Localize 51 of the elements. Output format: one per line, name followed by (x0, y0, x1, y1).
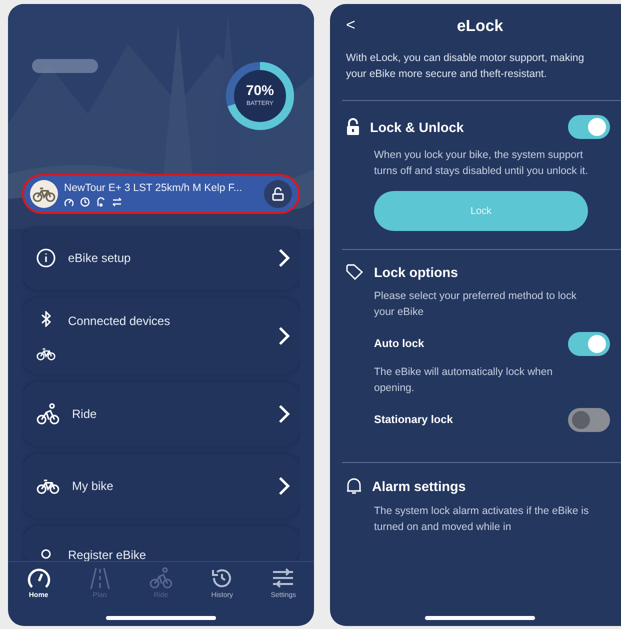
menu-card[interactable]: Ride (22, 382, 300, 446)
tag-icon (346, 264, 364, 280)
section-title: Lock & Unlock (370, 120, 465, 134)
speedometer-icon (64, 196, 74, 206)
menu-card[interactable]: Connected devices (22, 298, 300, 374)
menu-label: Connected devices (68, 314, 172, 328)
menu-label: My bike (72, 479, 114, 493)
section-description: When you lock your bike, the system support turns off and stays disabled until you unlock it. (374, 148, 589, 179)
chevron-right-icon (278, 404, 290, 424)
cyclist-icon (36, 402, 60, 426)
chevron-right-icon (278, 326, 290, 346)
bike-name: NewTour E+ 3 LST 25km/h M Kelp F... (64, 182, 244, 194)
clock-icon (80, 196, 90, 206)
option-label: Stationary lock (374, 414, 454, 426)
cyclist-icon (148, 566, 173, 590)
road-icon (88, 566, 112, 590)
speedometer-icon (26, 566, 51, 590)
bike-icon (36, 347, 56, 361)
chevron-right-icon (278, 476, 290, 496)
padlock-icon (346, 118, 360, 136)
toggle-switch[interactable] (568, 408, 610, 432)
toggle-switch[interactable] (568, 332, 610, 356)
unlocked-padlock-icon (271, 187, 285, 201)
menu-card[interactable]: Register eBike (22, 526, 300, 564)
unlock-button[interactable] (264, 180, 292, 208)
option-label: Auto lock (374, 338, 426, 350)
chevron-right-icon (278, 248, 290, 268)
back-button[interactable]: < (342, 17, 360, 35)
route-icon (96, 196, 106, 206)
option-description: The eBike will automatically lock when opening. (374, 365, 554, 396)
bike-avatar-icon (30, 180, 58, 208)
intro-text: With eLock, you can disable motor support, making your eBike more secure and theft-resistant. (346, 51, 586, 82)
screen-title: eLock (456, 18, 504, 36)
toggle-switch[interactable] (568, 115, 610, 139)
bluetooth-icon (41, 311, 51, 327)
section-title: Lock options (374, 264, 459, 280)
menu-card[interactable]: eBike setup (22, 226, 300, 290)
section-description: Please select your preferred method to lock your eBike (374, 289, 578, 320)
menu-label: eBike setup (68, 251, 132, 265)
transfer-icon (112, 196, 122, 206)
menu-card[interactable]: My bike (22, 454, 300, 518)
bike-icon (36, 478, 60, 494)
battery-percent: 70% (244, 82, 276, 98)
bike-bar[interactable]: NewTour E+ 3 LST 25km/h M Kelp F... (22, 174, 300, 214)
section-description: The system lock alarm activates if the eBike is turned on and moved while in (374, 504, 589, 535)
section-title: Alarm settings (372, 478, 467, 494)
bell-icon (346, 477, 362, 495)
info-icon (36, 248, 56, 268)
menu-label: Ride (72, 407, 98, 421)
menu-label: Register eBike (68, 548, 148, 562)
sliders-icon (271, 566, 296, 590)
